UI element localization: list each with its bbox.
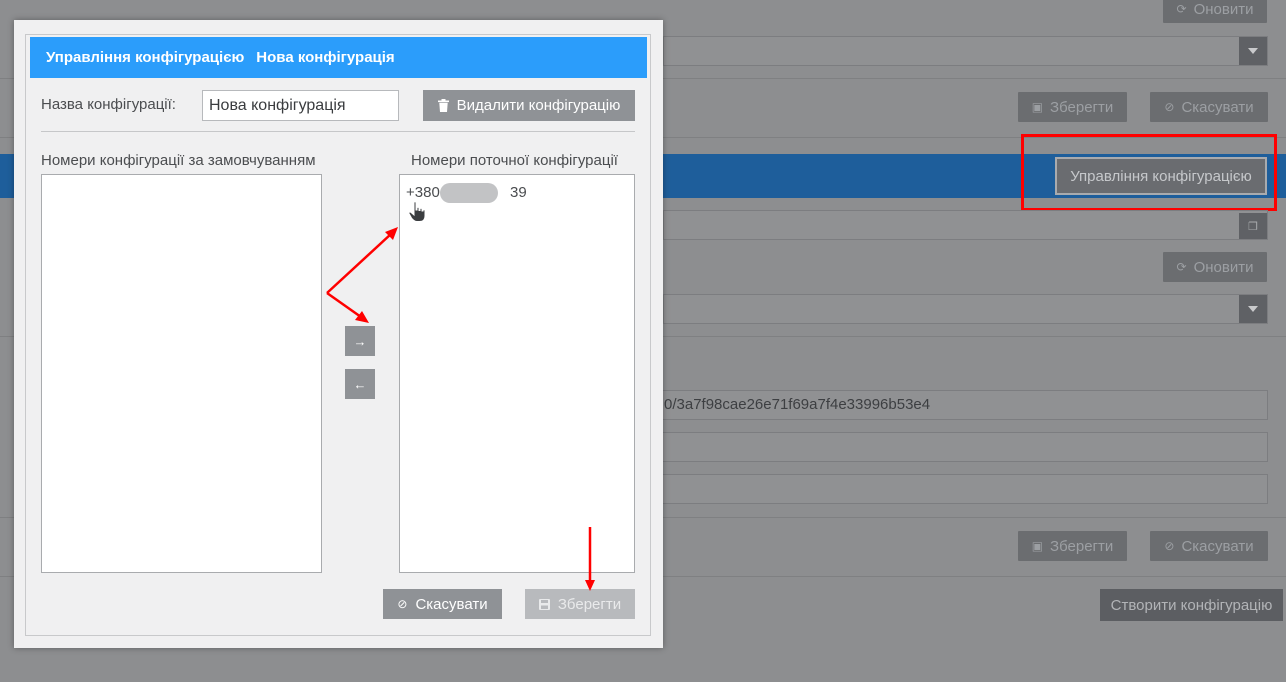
- trash-icon: [437, 99, 449, 112]
- middle-select[interactable]: [663, 294, 1268, 324]
- cancel-label: Скасувати: [1181, 98, 1254, 116]
- refresh-button-label: Оновити: [1193, 0, 1254, 18]
- current-numbers-title: Номери поточної конфігурації: [411, 152, 618, 169]
- ban-icon: ⊘: [397, 597, 408, 611]
- move-left-button[interactable]: ←: [345, 369, 375, 399]
- ban-icon: ⊘: [1164, 100, 1175, 114]
- move-right-button[interactable]: →: [345, 326, 375, 356]
- dialog-header: Управління конфігурацією Нова конфігураці…: [30, 37, 647, 78]
- text-field-2[interactable]: [650, 432, 1268, 462]
- config-name-label: Назва конфігурації:: [41, 96, 176, 113]
- dialog-title: Управління конфігурацією: [46, 49, 245, 66]
- refresh-icon: ⟳: [1176, 2, 1187, 16]
- copy-button[interactable]: ❐: [1239, 213, 1267, 239]
- cancel-label: Скасувати: [1181, 537, 1254, 555]
- cancel-button-bg-1[interactable]: ⊘ Скасувати: [1150, 92, 1268, 122]
- dialog-subtitle: Нова конфігурація: [256, 49, 395, 66]
- copy-icon: ❐: [1248, 220, 1258, 233]
- save-label: Зберегти: [557, 595, 622, 613]
- refresh-icon: ⟳: [1176, 260, 1187, 274]
- cancel-label: Скасувати: [415, 595, 488, 613]
- url-field[interactable]: 0/3a7f98cae26e71f69a7f4e33996b53e4: [650, 390, 1268, 420]
- default-numbers-title: Номери конфігурації за замовчуванням: [41, 152, 316, 169]
- text-field-3[interactable]: [650, 474, 1268, 504]
- save-button-bg-2[interactable]: ▣ Зберегти: [1018, 531, 1127, 561]
- floppy-icon: ▣: [1031, 539, 1044, 553]
- refresh-button-top[interactable]: ⟳ Оновити: [1163, 0, 1267, 23]
- refresh-button-label: Оновити: [1193, 258, 1254, 276]
- current-numbers-list[interactable]: +380 39: [399, 174, 635, 573]
- chevron-down-icon: [1248, 306, 1258, 312]
- top-select[interactable]: [663, 36, 1268, 66]
- arrow-right-icon: →: [353, 333, 367, 349]
- annotation-highlight-box: [1021, 134, 1277, 211]
- dialog-divider: [41, 131, 635, 132]
- redacted-digits: [440, 183, 498, 203]
- save-label: Зберегти: [1050, 98, 1114, 116]
- save-label: Зберегти: [1050, 537, 1114, 555]
- hand-pointer-icon: [408, 201, 426, 222]
- delete-config-button[interactable]: Видалити конфігурацію: [423, 90, 635, 121]
- phone-suffix: 39: [510, 184, 527, 201]
- refresh-button-middle[interactable]: ⟳ Оновити: [1163, 252, 1267, 282]
- copy-field[interactable]: [663, 210, 1268, 240]
- middle-select-arrow[interactable]: [1239, 295, 1267, 323]
- default-numbers-list[interactable]: [41, 174, 322, 573]
- create-config-button[interactable]: Створити конфігурацію: [1100, 589, 1283, 621]
- phone-prefix: +380: [406, 184, 440, 201]
- arrow-left-icon: ←: [353, 376, 367, 392]
- cancel-button[interactable]: ⊘ Скасувати: [383, 589, 502, 619]
- top-select-arrow[interactable]: [1239, 37, 1267, 65]
- delete-config-label: Видалити конфігурацію: [456, 97, 621, 114]
- create-config-label: Створити конфігурацію: [1110, 596, 1273, 614]
- save-button[interactable]: Зберегти: [525, 589, 635, 619]
- ban-icon: ⊘: [1164, 539, 1175, 553]
- url-field-value: 0/3a7f98cae26e71f69a7f4e33996b53e4: [664, 396, 931, 413]
- config-management-dialog: Управління конфігурацією Нова конфігураці…: [14, 20, 663, 648]
- cancel-button-bg-2[interactable]: ⊘ Скасувати: [1150, 531, 1268, 561]
- floppy-icon: ▣: [1031, 100, 1044, 114]
- floppy-icon: [538, 598, 550, 610]
- chevron-down-icon: [1248, 48, 1258, 54]
- save-button-bg-1[interactable]: ▣ Зберегти: [1018, 92, 1127, 122]
- config-name-input[interactable]: [202, 90, 399, 121]
